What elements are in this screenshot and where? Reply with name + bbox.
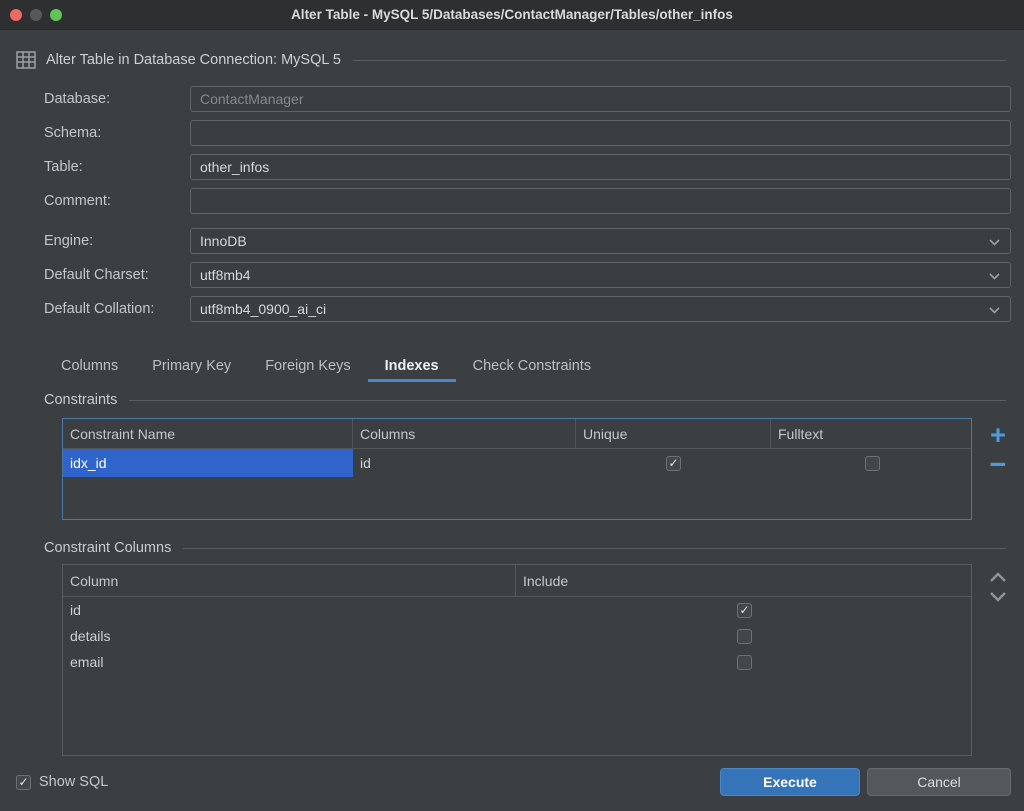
table-properties-form: Database: ContactManager Schema: Table: … — [0, 86, 1024, 330]
close-icon[interactable] — [10, 9, 22, 21]
show-sql-toggle[interactable]: Show SQL — [16, 774, 108, 790]
collation-select[interactable]: utf8mb4_0900_ai_ci — [190, 296, 1011, 322]
constraint-columns-table: Column Include id details email — [62, 564, 972, 756]
constraints-divider — [129, 400, 1006, 401]
constraint-columns-table-header: Column Include — [63, 565, 971, 597]
comment-field[interactable] — [190, 188, 1011, 214]
constraints-section-title: Constraints — [44, 392, 117, 408]
constraints-toolbar: + − — [972, 418, 1024, 520]
constraint-columns-section-title: Constraint Columns — [44, 540, 171, 556]
include-cell — [516, 649, 973, 675]
include-cell — [516, 597, 973, 623]
column-header-columns[interactable]: Columns — [353, 419, 576, 448]
charset-label: Default Charset: — [44, 267, 190, 283]
header-divider — [353, 60, 1006, 61]
constraint-column-row-email[interactable]: email — [63, 649, 971, 675]
reorder-toolbar — [972, 564, 1024, 756]
constraint-column-row-details[interactable]: details — [63, 623, 971, 649]
dialog-footer: Show SQL Execute Cancel — [0, 768, 1024, 811]
schema-field[interactable] — [190, 120, 1011, 146]
column-header-column[interactable]: Column — [63, 565, 516, 596]
constraint-column-row-id[interactable]: id — [63, 597, 971, 623]
show-sql-checkbox[interactable] — [16, 775, 31, 790]
tab-foreign-keys[interactable]: Foreign Keys — [248, 350, 367, 382]
charset-value: utf8mb4 — [200, 267, 251, 283]
constraint-fulltext-cell — [771, 449, 973, 477]
column-header-constraint-name[interactable]: Constraint Name — [63, 419, 353, 448]
remove-constraint-button[interactable]: − — [990, 451, 1007, 480]
table-name-field[interactable]: other_infos — [190, 154, 1011, 180]
collation-value: utf8mb4_0900_ai_ci — [200, 301, 326, 317]
show-sql-label: Show SQL — [39, 774, 108, 790]
tab-primary-key[interactable]: Primary Key — [135, 350, 248, 382]
include-cell — [516, 623, 973, 649]
form-row-table: Table: other_infos — [44, 154, 1011, 180]
charset-select[interactable]: utf8mb4 — [190, 262, 1011, 288]
chevron-down-icon — [989, 273, 1000, 280]
database-field[interactable]: ContactManager — [190, 86, 1011, 112]
database-value: ContactManager — [200, 91, 304, 107]
constraints-table-header: Constraint Name Columns Unique Fulltext — [63, 419, 971, 449]
constraint-columns-table-empty-area — [63, 675, 971, 755]
constraints-table: Constraint Name Columns Unique Fulltext … — [62, 418, 972, 520]
include-checkbox-details[interactable] — [737, 629, 752, 644]
form-row-charset: Default Charset: utf8mb4 — [44, 262, 1011, 288]
constraint-columns-cell[interactable]: id — [353, 449, 576, 477]
database-label: Database: — [44, 91, 190, 107]
tab-columns[interactable]: Columns — [44, 350, 135, 382]
form-row-engine: Engine: InnoDB — [44, 228, 1011, 254]
dialog-header-title: Alter Table in Database Connection: MySQ… — [46, 52, 341, 68]
alter-table-dialog: Alter Table - MySQL 5/Databases/ContactM… — [0, 0, 1024, 811]
move-up-button[interactable] — [987, 568, 1009, 587]
include-checkbox-email[interactable] — [737, 655, 752, 670]
execute-button[interactable]: Execute — [720, 768, 860, 796]
comment-label: Comment: — [44, 193, 190, 209]
constraint-columns-section-header: Constraint Columns — [0, 536, 1024, 560]
constraints-table-empty-area — [63, 477, 971, 519]
engine-select[interactable]: InnoDB — [190, 228, 1011, 254]
constraint-unique-cell — [576, 449, 771, 477]
move-down-button[interactable] — [987, 587, 1009, 606]
window-title: Alter Table - MySQL 5/Databases/ContactM… — [0, 7, 1024, 22]
minimize-icon[interactable] — [30, 9, 42, 21]
fulltext-checkbox[interactable] — [865, 456, 880, 471]
cancel-button[interactable]: Cancel — [867, 768, 1011, 796]
constraints-table-zone: Constraint Name Columns Unique Fulltext … — [62, 418, 1024, 520]
tab-indexes[interactable]: Indexes — [368, 350, 456, 382]
add-constraint-button[interactable]: + — [990, 422, 1006, 449]
dialog-header: Alter Table in Database Connection: MySQ… — [0, 48, 1024, 72]
collation-label: Default Collation: — [44, 301, 190, 317]
form-row-collation: Default Collation: utf8mb4_0900_ai_ci — [44, 296, 1011, 322]
form-row-database: Database: ContactManager — [44, 86, 1011, 112]
constraint-columns-table-zone: Column Include id details email — [62, 564, 1024, 756]
column-header-fulltext[interactable]: Fulltext — [771, 419, 973, 448]
column-header-unique[interactable]: Unique — [576, 419, 771, 448]
engine-value: InnoDB — [200, 233, 247, 249]
zoom-icon[interactable] — [50, 9, 62, 21]
table-label: Table: — [44, 159, 190, 175]
chevron-down-icon — [989, 239, 1000, 246]
form-row-comment: Comment: — [44, 188, 1011, 214]
constraint-columns-divider — [183, 548, 1006, 549]
constraint-name-cell[interactable]: idx_id — [63, 449, 353, 477]
tab-check-constraints[interactable]: Check Constraints — [456, 350, 608, 382]
column-name-cell[interactable]: details — [63, 623, 516, 649]
include-checkbox-id[interactable] — [737, 603, 752, 618]
constraints-section-header: Constraints — [0, 388, 1024, 412]
chevron-down-icon — [989, 307, 1000, 314]
traffic-lights — [10, 9, 62, 21]
tab-bar: Columns Primary Key Foreign Keys Indexes… — [44, 350, 1024, 382]
table-name-value: other_infos — [200, 159, 269, 175]
form-row-schema: Schema: — [44, 120, 1011, 146]
column-name-cell[interactable]: email — [63, 649, 516, 675]
titlebar: Alter Table - MySQL 5/Databases/ContactM… — [0, 0, 1024, 30]
schema-label: Schema: — [44, 125, 190, 141]
constraint-row-idx-id[interactable]: idx_id id — [63, 449, 971, 477]
engine-label: Engine: — [44, 233, 190, 249]
dialog-body: Alter Table in Database Connection: MySQ… — [0, 30, 1024, 811]
table-icon — [16, 51, 36, 69]
unique-checkbox[interactable] — [666, 456, 681, 471]
column-name-cell[interactable]: id — [63, 597, 516, 623]
column-header-include[interactable]: Include — [516, 565, 973, 596]
